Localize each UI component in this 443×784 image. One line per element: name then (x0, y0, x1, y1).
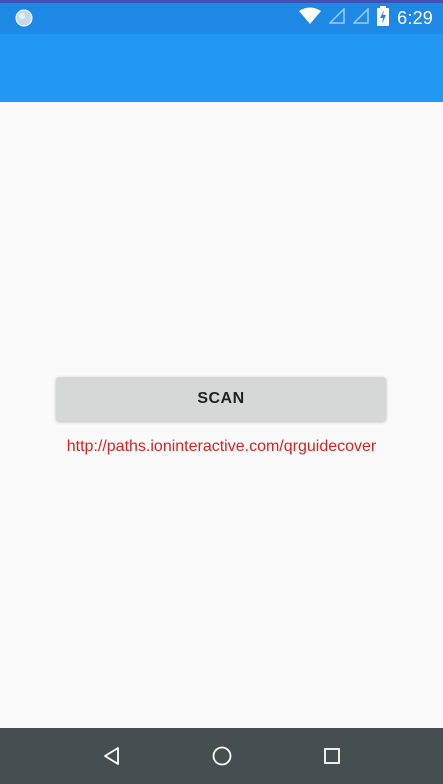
status-bar-accent-line (0, 0, 443, 3)
battery-icon (377, 5, 390, 31)
recents-icon[interactable] (318, 742, 346, 770)
home-icon[interactable] (208, 742, 236, 770)
navigation-bar (0, 728, 443, 784)
scan-button[interactable]: SCAN (56, 377, 386, 421)
back-icon[interactable] (98, 742, 126, 770)
status-bar: 6:29 (0, 0, 443, 34)
wifi-icon (299, 7, 322, 30)
main-content: SCAN http://paths.ioninteractive.com/qrg… (0, 102, 443, 728)
app-bar (0, 34, 443, 102)
signal-icon-2 (352, 6, 369, 29)
signal-icon (328, 6, 345, 29)
status-time: 6:29 (397, 7, 433, 28)
scan-result-text: http://paths.ioninteractive.com/qrguidec… (66, 438, 377, 455)
assistant-bubble-icon (15, 9, 33, 27)
status-icons: 6:29 (299, 5, 433, 31)
app-screen: 6:29 SCAN http://paths.ioninteractive.co… (0, 0, 443, 784)
